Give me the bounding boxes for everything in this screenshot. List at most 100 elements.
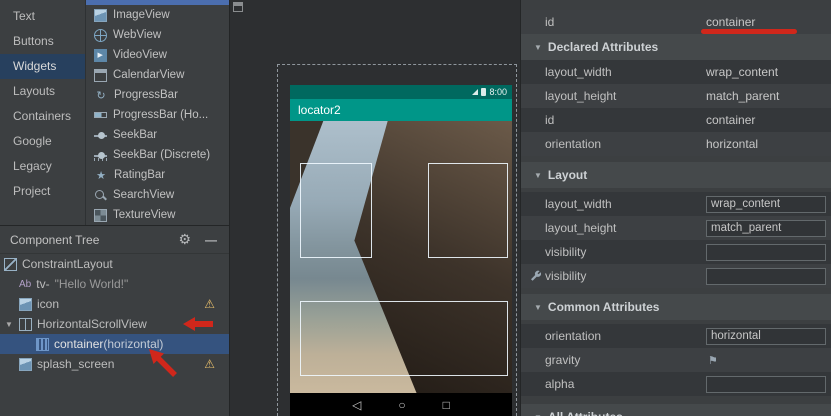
attr-row-orientation: orientation horizontal (521, 324, 831, 348)
palette-item-textureview[interactable]: TextureView (86, 205, 229, 225)
section-title: All Attributes (548, 410, 623, 416)
palette-category-google[interactable]: Google (0, 129, 85, 154)
palette-item-searchview[interactable]: SearchView (86, 185, 229, 205)
layout-height-input[interactable]: match_parent (706, 220, 826, 237)
palette-category-text[interactable]: Text (0, 4, 85, 29)
seekbar-discrete-icon (94, 149, 107, 162)
tree-item-text-value: "Hello World!" (55, 277, 129, 291)
attr-row-gravity: gravity ⚑ (521, 348, 831, 372)
palette-item-seekbar[interactable]: SeekBar (86, 125, 229, 145)
attr-row-layout-height-editable: layout_height match_parent (521, 216, 831, 240)
attr-label: alpha (545, 377, 574, 391)
tree-item-type: (horizontal) (103, 337, 163, 351)
design-surface[interactable]: 8:00 locator2 ◁ ○ □ (230, 0, 520, 416)
nav-recents-icon[interactable]: □ (443, 398, 450, 412)
palette-category-legacy[interactable]: Legacy (0, 154, 85, 179)
device-nav-bar: ◁ ○ □ (290, 393, 512, 416)
warning-icon[interactable]: ⚠ (204, 297, 215, 311)
tree-item-id: tv- (36, 277, 49, 291)
tree-item-constraintlayout[interactable]: ConstraintLayout (0, 254, 229, 274)
videoview-icon (94, 49, 107, 62)
app-bar: locator2 (290, 99, 512, 121)
palette-item-webview[interactable]: WebView (86, 25, 229, 45)
flag-icon[interactable]: ⚑ (708, 354, 718, 367)
palette-item-label: ImageView (113, 9, 170, 21)
tree-item-horizontalscrollview[interactable]: ▼ HorizontalScrollView (0, 314, 229, 334)
palette-item-label: TextureView (113, 209, 175, 221)
nav-back-icon[interactable]: ◁ (352, 398, 361, 412)
attr-label: id (545, 113, 554, 127)
section-all-attributes[interactable]: ▼ All Attributes (521, 404, 831, 416)
attr-value[interactable]: horizontal (706, 137, 758, 151)
attr-label: layout_height (545, 89, 616, 103)
alpha-input[interactable] (706, 376, 826, 393)
splash-screen-image[interactable] (290, 121, 512, 393)
attr-row-layout-width: layout_width wrap_content (521, 60, 831, 84)
component-tree-panel: Component Tree ⚙ — ConstraintLayout Ab t… (0, 225, 230, 416)
palette-category-buttons[interactable]: Buttons (0, 29, 85, 54)
section-title: Declared Attributes (548, 40, 658, 54)
section-title: Common Attributes (548, 300, 660, 314)
tree-item-id: container (54, 337, 103, 351)
tree-item-icon[interactable]: icon ⚠ (0, 294, 229, 314)
palette-item-videoview[interactable]: VideoView (86, 45, 229, 65)
tools-visibility-input[interactable] (706, 268, 826, 285)
id-value-field[interactable]: container (706, 15, 755, 29)
component-tree-title: Component Tree (10, 233, 99, 247)
gear-icon[interactable]: ⚙ (178, 231, 191, 248)
section-declared-attributes[interactable]: ▼ Declared Attributes (521, 34, 831, 60)
tree-item-label: splash_screen (37, 357, 114, 371)
child-view-outline-2[interactable] (428, 163, 508, 258)
attributes-panel: id container ▼ Declared Attributes layou… (520, 0, 831, 416)
signal-icon (472, 89, 478, 95)
tree-item-textview[interactable]: Ab tv- "Hello World!" (0, 274, 229, 294)
palette-item-label: SeekBar (Discrete) (113, 149, 210, 161)
attr-row-id: id container (521, 10, 831, 34)
imageview-icon (19, 358, 32, 371)
tree-item-splash-screen[interactable]: splash_screen ⚠ (0, 354, 229, 374)
attr-value[interactable]: wrap_content (706, 65, 778, 79)
child-view-outline-3[interactable] (300, 301, 508, 376)
palette-item-label: VideoView (113, 49, 167, 61)
chevron-down-icon: ▼ (534, 43, 542, 52)
attr-label: visibility (545, 269, 586, 283)
design-surface-corner-icon[interactable] (233, 2, 243, 12)
palette-widget-list: ImageView WebView VideoView CalendarView… (86, 0, 230, 225)
attr-label: orientation (545, 329, 601, 343)
chevron-down-icon[interactable]: ▼ (4, 320, 14, 329)
palette-item-calendarview[interactable]: CalendarView (86, 65, 229, 85)
attr-label: gravity (545, 353, 580, 367)
nav-home-icon[interactable]: ○ (398, 398, 405, 412)
attr-row-id-declared: id container (521, 108, 831, 132)
textureview-icon (94, 209, 107, 222)
device-preview[interactable]: 8:00 locator2 ◁ ○ □ (290, 85, 512, 416)
searchview-icon (94, 189, 107, 202)
visibility-input[interactable] (706, 244, 826, 261)
progressbar-horizontal-icon (94, 112, 107, 118)
attr-value[interactable]: container (706, 113, 755, 127)
child-view-outline-1[interactable] (300, 163, 372, 258)
layout-width-input[interactable]: wrap_content (706, 196, 826, 213)
tree-item-container[interactable]: container(horizontal) (0, 334, 229, 354)
palette-item-seekbar-discrete[interactable]: SeekBar (Discrete) (86, 145, 229, 165)
palette-category-containers[interactable]: Containers (0, 104, 85, 129)
textview-icon: Ab (19, 278, 31, 291)
hide-panel-icon[interactable]: — (205, 233, 217, 247)
attr-label: id (545, 15, 554, 29)
palette-item-ratingbar[interactable]: ★ RatingBar (86, 165, 229, 185)
attr-value[interactable]: match_parent (706, 89, 779, 103)
palette-item-progressbar[interactable]: ↻ ProgressBar (86, 85, 229, 105)
palette-category-layouts[interactable]: Layouts (0, 79, 85, 104)
chevron-down-icon: ▼ (534, 171, 542, 180)
palette-category-project[interactable]: Project (0, 179, 85, 204)
palette-categories: Text Buttons Widgets Layouts Containers … (0, 0, 86, 225)
palette-category-widgets[interactable]: Widgets (0, 54, 85, 79)
palette-item-progressbar-horizontal[interactable]: ProgressBar (Ho... (86, 105, 229, 125)
android-studio-layout-editor: Text Buttons Widgets Layouts Containers … (0, 0, 831, 416)
section-title: Layout (548, 168, 587, 182)
orientation-input[interactable]: horizontal (706, 328, 826, 345)
section-layout[interactable]: ▼ Layout (521, 162, 831, 188)
palette-item-imageview[interactable]: ImageView (86, 5, 229, 25)
section-common-attributes[interactable]: ▼ Common Attributes (521, 294, 831, 320)
warning-icon[interactable]: ⚠ (204, 357, 215, 371)
